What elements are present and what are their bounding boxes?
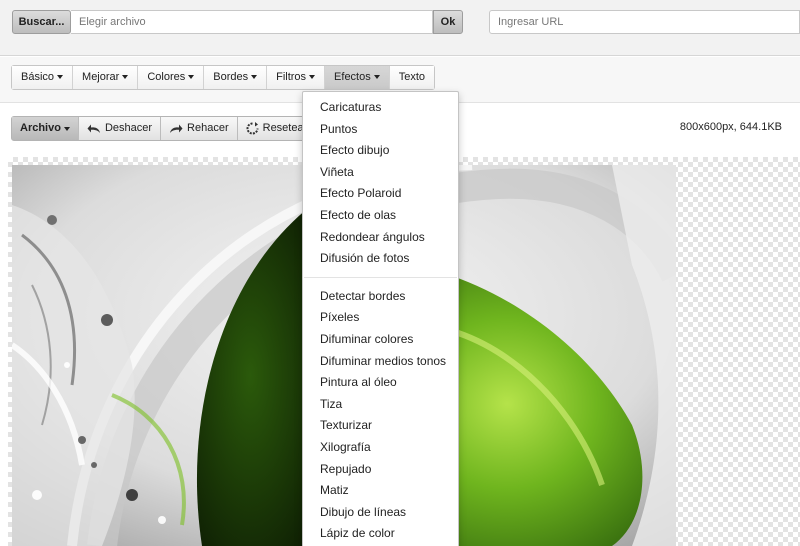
ok-button[interactable]: Ok <box>433 10 463 34</box>
effect-difusion-fotos[interactable]: Difusión de fotos <box>303 248 458 270</box>
file-menu-button[interactable]: Archivo <box>12 117 79 140</box>
effect-efecto-dibujo[interactable]: Efecto dibujo <box>303 140 458 162</box>
menu-filtros-label: Filtros <box>276 71 307 83</box>
effect-difuminar-medios-tonos[interactable]: Difuminar medios tonos <box>303 351 458 373</box>
chevron-down-icon <box>373 75 380 80</box>
effect-vineta[interactable]: Viñeta <box>303 162 458 184</box>
image-info: 800x600px, 644.1KB <box>679 121 782 133</box>
menu-texto-label: Texto <box>398 71 426 83</box>
effect-repujado[interactable]: Repujado <box>303 459 458 481</box>
menu-bordes-label: Bordes <box>213 71 249 83</box>
edit-toolbar: Archivo Deshacer Rehacer Resetear <box>11 116 317 141</box>
effect-detectar-bordes[interactable]: Detectar bordes <box>303 286 458 308</box>
effect-lapiz-color[interactable]: Lápiz de color <box>303 523 458 545</box>
menu-bordes[interactable]: Bordes <box>204 66 268 89</box>
menu-colores[interactable]: Colores <box>138 66 205 89</box>
chevron-down-icon <box>188 75 195 80</box>
undo-button[interactable]: Deshacer <box>78 117 162 140</box>
effect-pintura-oleo[interactable]: Pintura al óleo <box>303 372 458 394</box>
chevron-down-icon <box>63 126 70 131</box>
file-menu-label: Archivo <box>20 122 61 134</box>
effect-caricaturas[interactable]: Caricaturas <box>303 97 458 119</box>
menu-mejorar[interactable]: Mejorar <box>73 66 139 89</box>
reset-label: Resetear <box>262 122 308 134</box>
reset-icon <box>246 122 259 135</box>
menu-group: Básico Mejorar Colores Bordes Filtros Ef… <box>11 65 436 90</box>
chevron-down-icon <box>309 75 316 80</box>
undo-label: Deshacer <box>104 122 153 134</box>
chevron-down-icon <box>122 75 129 80</box>
effect-matiz[interactable]: Matiz <box>303 480 458 502</box>
chevron-down-icon <box>251 75 258 80</box>
redo-label: Rehacer <box>187 122 229 134</box>
redo-icon <box>170 124 183 133</box>
url-input[interactable]: Ingresar URL <box>489 10 800 34</box>
menu-filtros[interactable]: Filtros <box>267 66 326 89</box>
effect-dibujo-lineas[interactable]: Dibujo de líneas <box>303 502 458 524</box>
effect-texturizar[interactable]: Texturizar <box>303 415 458 437</box>
menu-efectos-label: Efectos <box>334 71 371 83</box>
redo-button[interactable]: Rehacer <box>161 117 238 140</box>
effect-pixeles[interactable]: Píxeles <box>303 307 458 329</box>
effect-olas[interactable]: Efecto de olas <box>303 205 458 227</box>
effect-xilografia[interactable]: Xilografía <box>303 437 458 459</box>
file-input[interactable]: Elegir archivo <box>71 10 433 34</box>
menu-basico-label: Básico <box>21 71 55 83</box>
top-bar: Buscar... Elegir archivo Ok Ingresar URL <box>0 0 800 56</box>
effect-difuminar-colores[interactable]: Difuminar colores <box>303 329 458 351</box>
effect-redondear-angulos[interactable]: Redondear ángulos <box>303 227 458 249</box>
effect-puntos[interactable]: Puntos <box>303 119 458 141</box>
browse-button[interactable]: Buscar... <box>12 10 71 34</box>
menu-texto[interactable]: Texto <box>389 66 435 89</box>
effect-polaroid[interactable]: Efecto Polaroid <box>303 183 458 205</box>
effects-dropdown: Caricaturas Puntos Efecto dibujo Viñeta … <box>302 91 459 546</box>
effect-tiza[interactable]: Tiza <box>303 394 458 416</box>
menu-colores-label: Colores <box>147 71 186 83</box>
menu-efectos[interactable]: Efectos <box>325 66 390 89</box>
chevron-down-icon <box>57 75 64 80</box>
menu-basico[interactable]: Básico <box>12 66 74 89</box>
undo-icon <box>87 124 100 133</box>
menu-mejorar-label: Mejorar <box>82 71 120 83</box>
menu-divider <box>304 276 457 278</box>
